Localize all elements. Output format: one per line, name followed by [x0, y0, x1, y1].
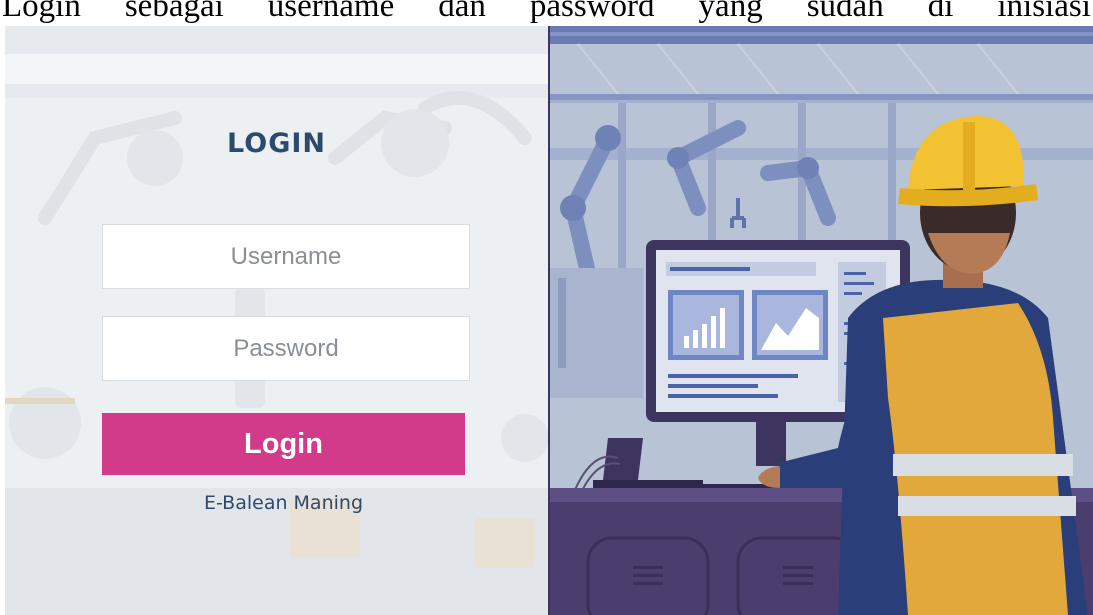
login-title: LOGIN	[227, 128, 326, 159]
document-word: sebagai	[124, 0, 224, 24]
document-word: dan	[438, 0, 486, 24]
document-word: di	[927, 0, 954, 24]
area-chart-icon	[752, 290, 828, 360]
document-word: password	[529, 0, 655, 24]
document-text-line: Login sebagai username dan password yang sudah…	[2, 0, 1091, 24]
bar-chart-icon	[668, 290, 744, 360]
password-input[interactable]	[102, 316, 470, 381]
username-input[interactable]	[102, 224, 470, 289]
document-word: Login	[2, 0, 81, 24]
app-name-label: E-Balean Maning	[203, 492, 363, 514]
document-word: inisiasi	[997, 0, 1091, 24]
document-word: yang	[698, 0, 763, 24]
factory-illustration-icon	[548, 18, 1093, 615]
login-panel: LOGIN Login E-Balean Maning	[5, 18, 548, 615]
factory-illustration	[548, 18, 1093, 615]
login-button[interactable]: Login	[102, 413, 465, 475]
document-word: sudah	[806, 0, 884, 24]
document-word: username	[267, 0, 395, 24]
screenshot-root: Login sebagai username dan password yang sudah…	[0, 0, 1093, 615]
document-text-strip: Login sebagai username dan password yang sudah…	[0, 0, 1093, 26]
